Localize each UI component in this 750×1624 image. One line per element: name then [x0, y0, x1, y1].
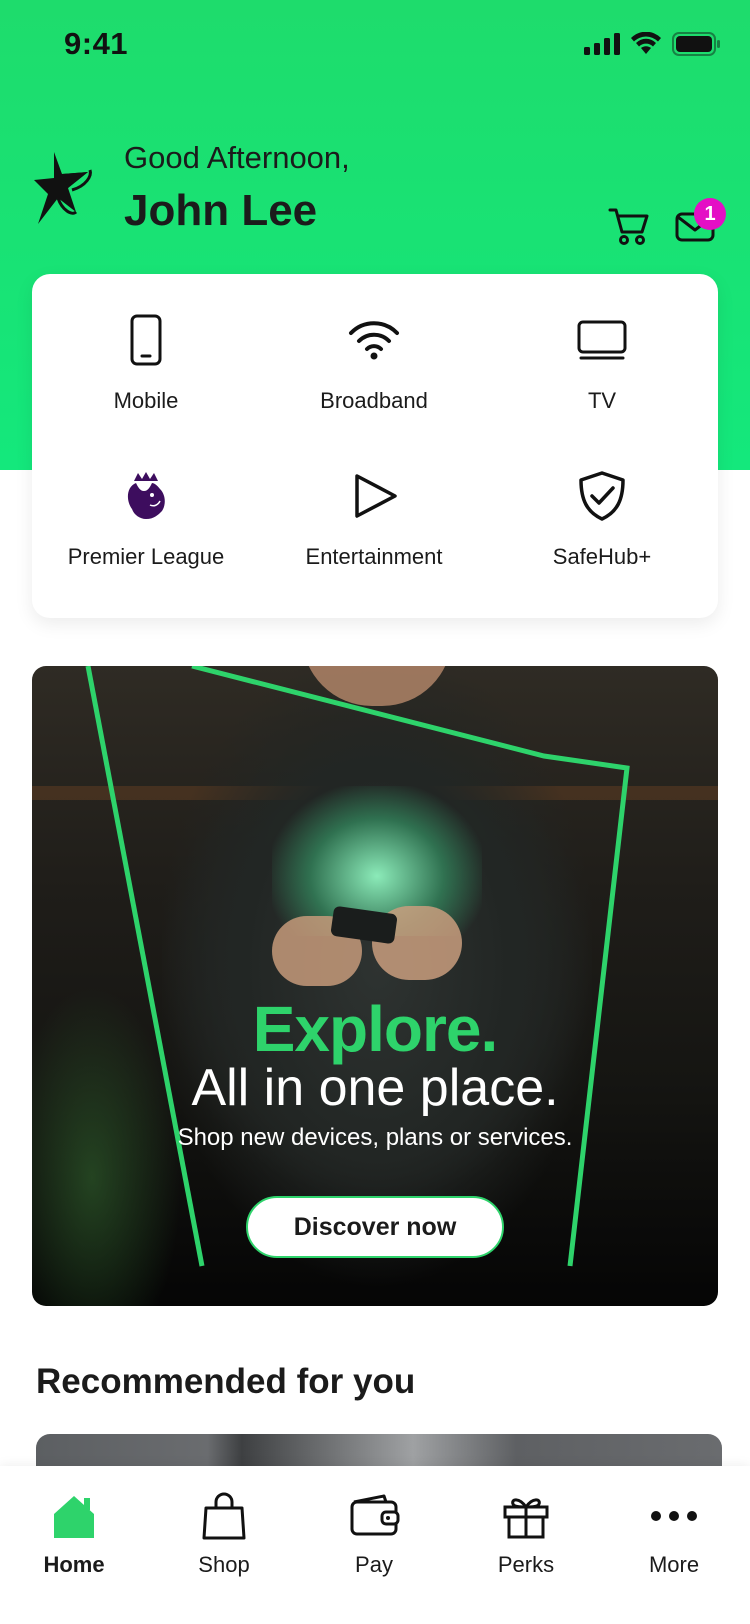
tab-home[interactable]: Home [14, 1488, 134, 1578]
signal-icon [584, 33, 620, 55]
status-time: 9:41 [64, 26, 129, 61]
greeting-text: Good Afternoon, [124, 140, 350, 175]
wallet-icon [344, 1488, 404, 1544]
premier-league-icon [116, 466, 176, 526]
promo-subtitle: All in one place. [191, 1059, 559, 1117]
wifi-status-icon [631, 32, 661, 54]
promo-banner[interactable]: Explore. All in one place. Shop new devi… [32, 666, 718, 1306]
service-label: TV [587, 388, 617, 413]
service-premier-league[interactable]: Premier League [32, 466, 260, 570]
tab-label: Shop [198, 1552, 250, 1577]
service-label: Premier League [67, 544, 225, 569]
play-icon [344, 466, 404, 526]
more-dots-icon [644, 1488, 704, 1544]
wifi-icon [344, 310, 404, 370]
recommended-title: Recommended for you [36, 1362, 416, 1401]
service-label: Entertainment [305, 544, 443, 569]
tab-label: Home [43, 1552, 105, 1577]
discover-now-button[interactable]: Discover now [246, 1196, 504, 1258]
status-icons [584, 32, 722, 56]
promo-description: Shop new devices, plans or services. [177, 1124, 573, 1151]
notification-badge: 1 [694, 198, 726, 230]
tab-label: Perks [497, 1552, 555, 1577]
service-label: Broadband [320, 388, 428, 413]
services-card: Mobile Broadband TV Premier League Enter… [32, 274, 718, 618]
tab-bar: Home Shop Pay Perks More [0, 1466, 750, 1624]
gift-icon [496, 1488, 556, 1544]
promo-title: Explore. [252, 993, 499, 1065]
tv-icon [572, 310, 632, 370]
tab-shop[interactable]: Shop [164, 1488, 284, 1578]
service-label: SafeHub+ [552, 544, 652, 569]
tab-more[interactable]: More [614, 1488, 734, 1578]
battery-icon [672, 32, 720, 56]
shield-check-icon [572, 466, 632, 526]
service-broadband[interactable]: Broadband [260, 310, 488, 414]
status-bar: 9:41 [0, 0, 750, 90]
shopping-bag-icon [194, 1488, 254, 1544]
home-icon [44, 1488, 104, 1544]
tab-label: Pay [355, 1552, 393, 1577]
mobile-phone-icon [116, 310, 176, 370]
service-entertainment[interactable]: Entertainment [260, 466, 488, 570]
tab-perks[interactable]: Perks [466, 1488, 586, 1578]
tab-label: More [648, 1552, 700, 1577]
user-name: John Lee [124, 186, 318, 235]
service-tv[interactable]: TV [488, 310, 716, 414]
cart-icon[interactable] [608, 206, 650, 246]
service-label: Mobile [113, 388, 179, 413]
logo-icon [32, 150, 96, 230]
tab-pay[interactable]: Pay [314, 1488, 434, 1578]
service-mobile[interactable]: Mobile [32, 310, 260, 414]
service-safehub[interactable]: SafeHub+ [488, 466, 716, 570]
